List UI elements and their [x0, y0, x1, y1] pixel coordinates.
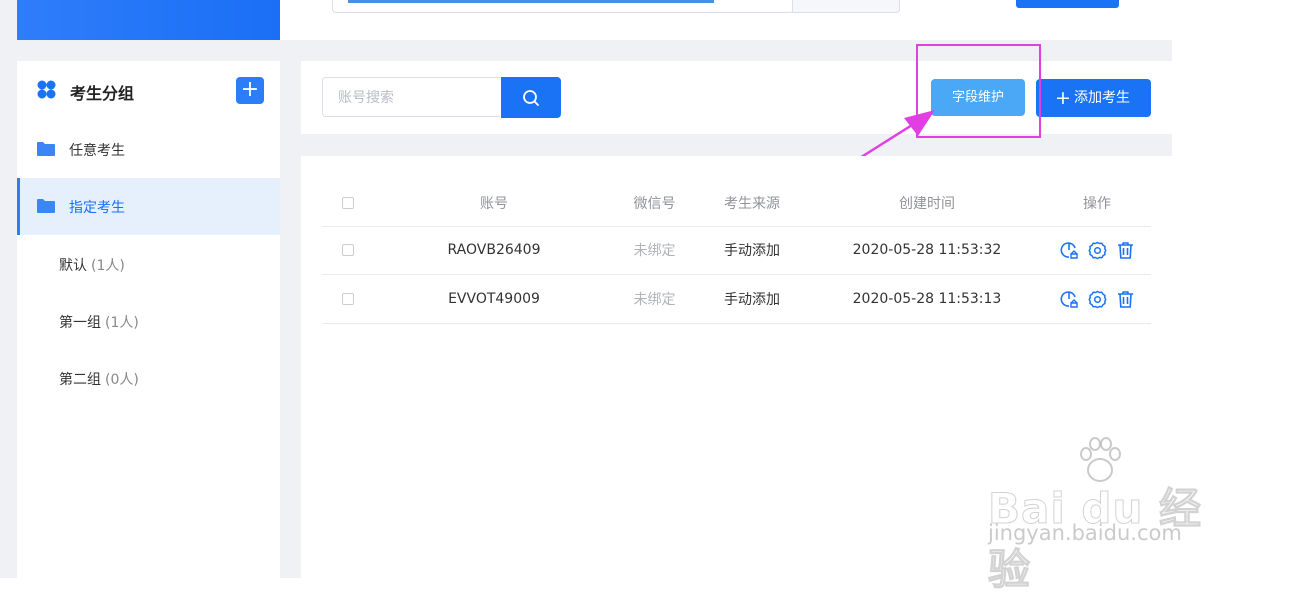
toolbar: 字段维护 + 添加考生 [301, 61, 1172, 134]
clover-icon [37, 80, 56, 99]
group-sidebar: 考生分组 + 任意考生 指定考生 默认 (1人) 第一组 (1人) 第二组 (0人) [17, 61, 280, 578]
table-row: RAOVB26409 未绑定 手动添加 2020-05-28 11:53:32 [322, 226, 1151, 275]
select-all-cell [334, 179, 362, 226]
settings-icon[interactable] [1087, 241, 1107, 260]
row-select-cell [334, 275, 362, 323]
add-group-button[interactable]: + [236, 77, 264, 104]
group-name: 第一组 [59, 315, 101, 331]
account-cell: RAOVB26409 [447, 242, 541, 258]
header-actions: 操作 [1083, 195, 1111, 212]
row-select-cell [334, 226, 362, 274]
group-name: 默认 [59, 258, 87, 274]
source-cell: 手动添加 [724, 292, 780, 308]
select-all-checkbox[interactable] [342, 196, 354, 209]
search-button[interactable] [501, 77, 561, 118]
table-header: 账号 微信号 考生来源 创建时间 操作 [322, 179, 1151, 227]
group-name: 第二组 [59, 372, 101, 388]
wechat-cell: 未绑定 [633, 243, 676, 259]
edit-icon[interactable] [1060, 290, 1079, 309]
examinee-table-panel: 账号 微信号 考生来源 创建时间 操作 RAOVB26409 未绑定 手动添加 … [301, 156, 1172, 578]
sidebar-item-label: 指定考生 [69, 199, 125, 216]
search-input[interactable] [322, 77, 500, 117]
sidebar-item-any[interactable]: 任意考生 [17, 121, 280, 178]
add-examinee-button[interactable]: + 添加考生 [1036, 79, 1151, 117]
header-account: 账号 [480, 195, 508, 212]
group-count: (1人) [91, 258, 125, 274]
plus-icon: + [1055, 87, 1071, 109]
delete-icon[interactable] [1116, 290, 1135, 309]
header-created: 创建时间 [899, 195, 955, 212]
add-examinee-label: 添加考生 [1074, 90, 1130, 106]
header-source: 考生来源 [724, 195, 780, 212]
created-cell: 2020-05-28 11:53:32 [852, 242, 1002, 258]
source-cell: 手动添加 [724, 243, 780, 259]
search-icon [523, 90, 539, 106]
settings-icon[interactable] [1087, 290, 1107, 309]
link-selection [348, 0, 714, 3]
row-checkbox[interactable] [342, 244, 354, 256]
copy-link-button[interactable] [792, 0, 900, 13]
folder-icon [37, 142, 55, 156]
actions-cell [1042, 275, 1152, 323]
group-count: (1人) [105, 315, 139, 331]
row-checkbox[interactable] [342, 293, 354, 305]
actions-cell [1042, 226, 1152, 274]
logo-bar [17, 0, 280, 40]
account-cell: EVVOT49009 [448, 291, 540, 307]
sidebar-item-label: 任意考生 [69, 142, 125, 159]
group-count: (0人) [105, 372, 139, 388]
group-item-second[interactable]: 第二组 (0人) [59, 369, 139, 389]
created-cell: 2020-05-28 11:53:13 [852, 291, 1002, 307]
folder-icon [37, 199, 55, 213]
delete-icon[interactable] [1116, 241, 1135, 260]
sidebar-header: 考生分组 + [17, 61, 280, 121]
group-item-default[interactable]: 默认 (1人) [59, 255, 125, 275]
top-action-button[interactable] [1016, 0, 1119, 8]
wechat-cell: 未绑定 [633, 292, 676, 308]
edit-icon[interactable] [1060, 241, 1079, 260]
header-wechat: 微信号 [633, 195, 676, 212]
sidebar-item-specified[interactable]: 指定考生 [17, 178, 280, 235]
sidebar-title: 考生分组 [70, 84, 135, 103]
table-row: EVVOT49009 未绑定 手动添加 2020-05-28 11:53:13 [322, 275, 1151, 324]
group-item-first[interactable]: 第一组 (1人) [59, 312, 139, 332]
